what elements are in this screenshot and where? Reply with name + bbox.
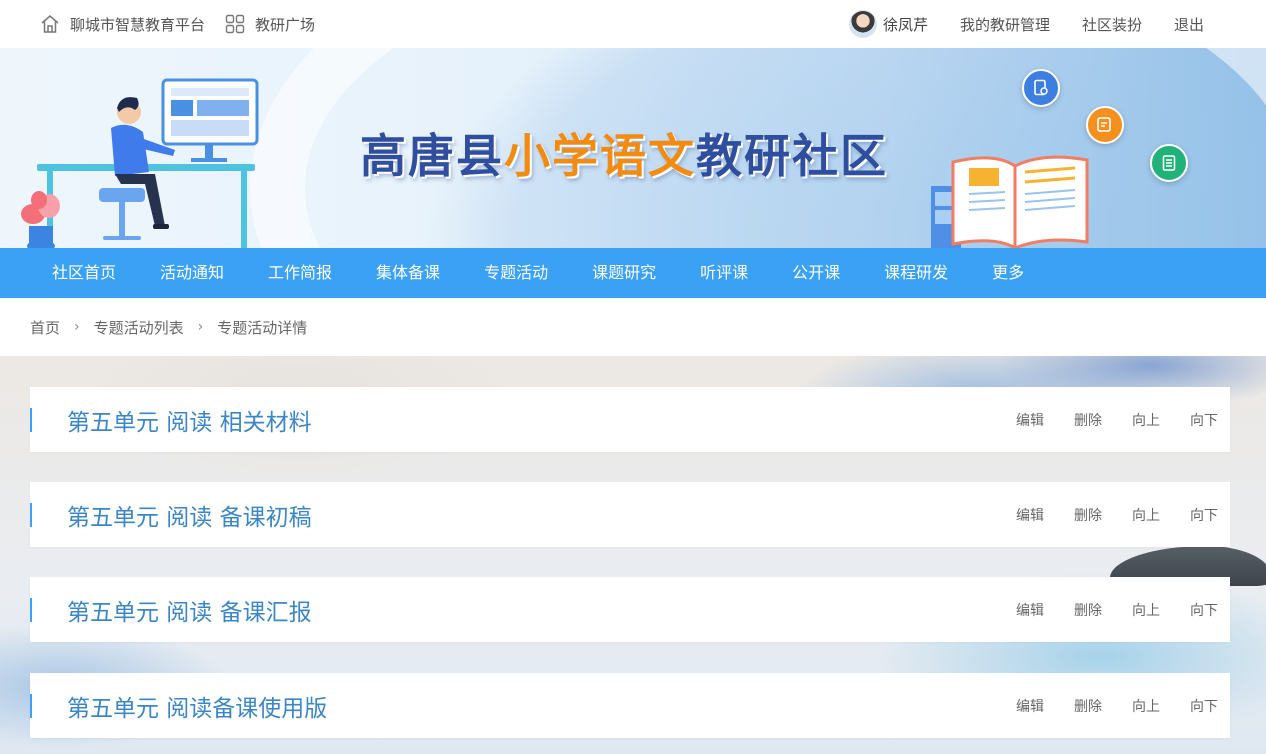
banner-title-suffix: 教研社区 (696, 129, 888, 183)
move-down-button[interactable]: 向下 (1190, 505, 1218, 525)
nav-work-brief[interactable]: 工作简报 (246, 248, 354, 298)
move-down-button[interactable]: 向下 (1190, 410, 1218, 430)
community-banner: 高唐县小学语文教研社区 (0, 48, 1266, 248)
edit-button[interactable]: 编辑 (1016, 505, 1044, 525)
nav-lesson-evaluation[interactable]: 听评课 (678, 248, 770, 298)
row-actions: 编辑 删除 向上 向下 (986, 696, 1218, 716)
nav-collective-lesson-prep[interactable]: 集体备课 (354, 248, 462, 298)
move-up-button[interactable]: 向上 (1132, 600, 1160, 620)
edit-button[interactable]: 编辑 (1016, 410, 1044, 430)
nav-community-home[interactable]: 社区首页 (30, 248, 138, 298)
breadcrumb-separator: › (74, 319, 80, 335)
move-up-button[interactable]: 向上 (1132, 505, 1160, 525)
top-bar-right: 徐凤芹 我的教研管理 社区装扮 退出 (848, 0, 1204, 48)
nav-more[interactable]: 更多 (970, 248, 1046, 298)
delete-button[interactable]: 删除 (1074, 410, 1102, 430)
research-square-link[interactable]: 教研广场 (225, 14, 315, 35)
user-profile[interactable]: 徐凤芹 (848, 10, 928, 38)
home-icon (41, 15, 59, 33)
edit-button[interactable]: 编辑 (1016, 696, 1044, 716)
grid-icon (225, 14, 245, 34)
banner-title-highlight: 小学语文 (504, 129, 696, 183)
logout-link[interactable]: 退出 (1174, 14, 1204, 35)
row-accent-bar (30, 408, 32, 432)
platform-home-link[interactable]: 聊城市智慧教育平台 (40, 14, 205, 35)
banner-title-prefix: 高唐县 (360, 129, 504, 183)
community-decoration-link[interactable]: 社区装扮 (1082, 14, 1142, 35)
row-title[interactable]: 第五单元 阅读 备课汇报 (67, 593, 312, 627)
row-title[interactable]: 第五单元 阅读备课使用版 (67, 689, 327, 723)
delete-button[interactable]: 删除 (1074, 505, 1102, 525)
delete-button[interactable]: 删除 (1074, 696, 1102, 716)
move-down-button[interactable]: 向下 (1190, 696, 1218, 716)
user-name: 徐凤芹 (882, 15, 928, 34)
nav-research-projects[interactable]: 课题研究 (570, 248, 678, 298)
row-title[interactable]: 第五单元 阅读 相关材料 (67, 403, 312, 437)
top-bar: 聊城市智慧教育平台 教研广场 徐凤芹 我的教研管理 社区装扮 退出 (0, 0, 1266, 48)
list-item: 第五单元 阅读 备课初稿 编辑 删除 向上 向下 (30, 482, 1230, 547)
nav-course-development[interactable]: 课程研发 (862, 248, 970, 298)
research-square-label: 教研广场 (255, 15, 316, 34)
document-search-icon (1022, 69, 1060, 107)
nav-open-class[interactable]: 公开课 (770, 248, 862, 298)
edit-button[interactable]: 编辑 (1016, 600, 1044, 620)
chat-document-icon (1086, 106, 1124, 144)
list-item: 第五单元 阅读 备课汇报 编辑 删除 向上 向下 (30, 577, 1230, 642)
open-book-illustration (931, 155, 1089, 248)
breadcrumb-separator: › (197, 319, 204, 335)
teacher-at-computer-illustration (21, 78, 259, 248)
row-actions: 编辑 删除 向上 向下 (986, 600, 1218, 620)
top-bar-left: 聊城市智慧教育平台 教研广场 (40, 0, 315, 48)
row-accent-bar (30, 598, 32, 622)
breadcrumb-home[interactable]: 首页 (30, 317, 60, 338)
row-title[interactable]: 第五单元 阅读 备课初稿 (67, 498, 312, 532)
move-up-button[interactable]: 向上 (1132, 410, 1160, 430)
notebook-icon (1150, 144, 1188, 182)
breadcrumb: 首页 › 专题活动列表 › 专题活动详情 (0, 298, 1266, 356)
platform-name: 聊城市智慧教育平台 (70, 15, 206, 34)
row-actions: 编辑 删除 向上 向下 (986, 410, 1218, 430)
my-research-management-link[interactable]: 我的教研管理 (960, 14, 1050, 35)
breadcrumb-topic-detail: 专题活动详情 (217, 318, 308, 337)
move-up-button[interactable]: 向上 (1132, 696, 1160, 716)
move-down-button[interactable]: 向下 (1190, 600, 1218, 620)
row-accent-bar (30, 694, 32, 718)
list-item: 第五单元 阅读 相关材料 编辑 删除 向上 向下 (30, 387, 1230, 452)
nav-topic-activities[interactable]: 专题活动 (462, 248, 570, 298)
row-actions: 编辑 删除 向上 向下 (986, 505, 1218, 525)
nav-activity-notice[interactable]: 活动通知 (138, 248, 246, 298)
breadcrumb-topic-list[interactable]: 专题活动列表 (94, 317, 184, 338)
delete-button[interactable]: 删除 (1074, 600, 1102, 620)
row-accent-bar (30, 503, 32, 527)
avatar (848, 10, 877, 38)
banner-title: 高唐县小学语文教研社区 (360, 120, 888, 186)
main-nav: 社区首页 活动通知 工作简报 集体备课 专题活动 课题研究 听评课 公开课 课程… (0, 248, 1266, 298)
list-item: 第五单元 阅读备课使用版 编辑 删除 向上 向下 (30, 673, 1230, 738)
